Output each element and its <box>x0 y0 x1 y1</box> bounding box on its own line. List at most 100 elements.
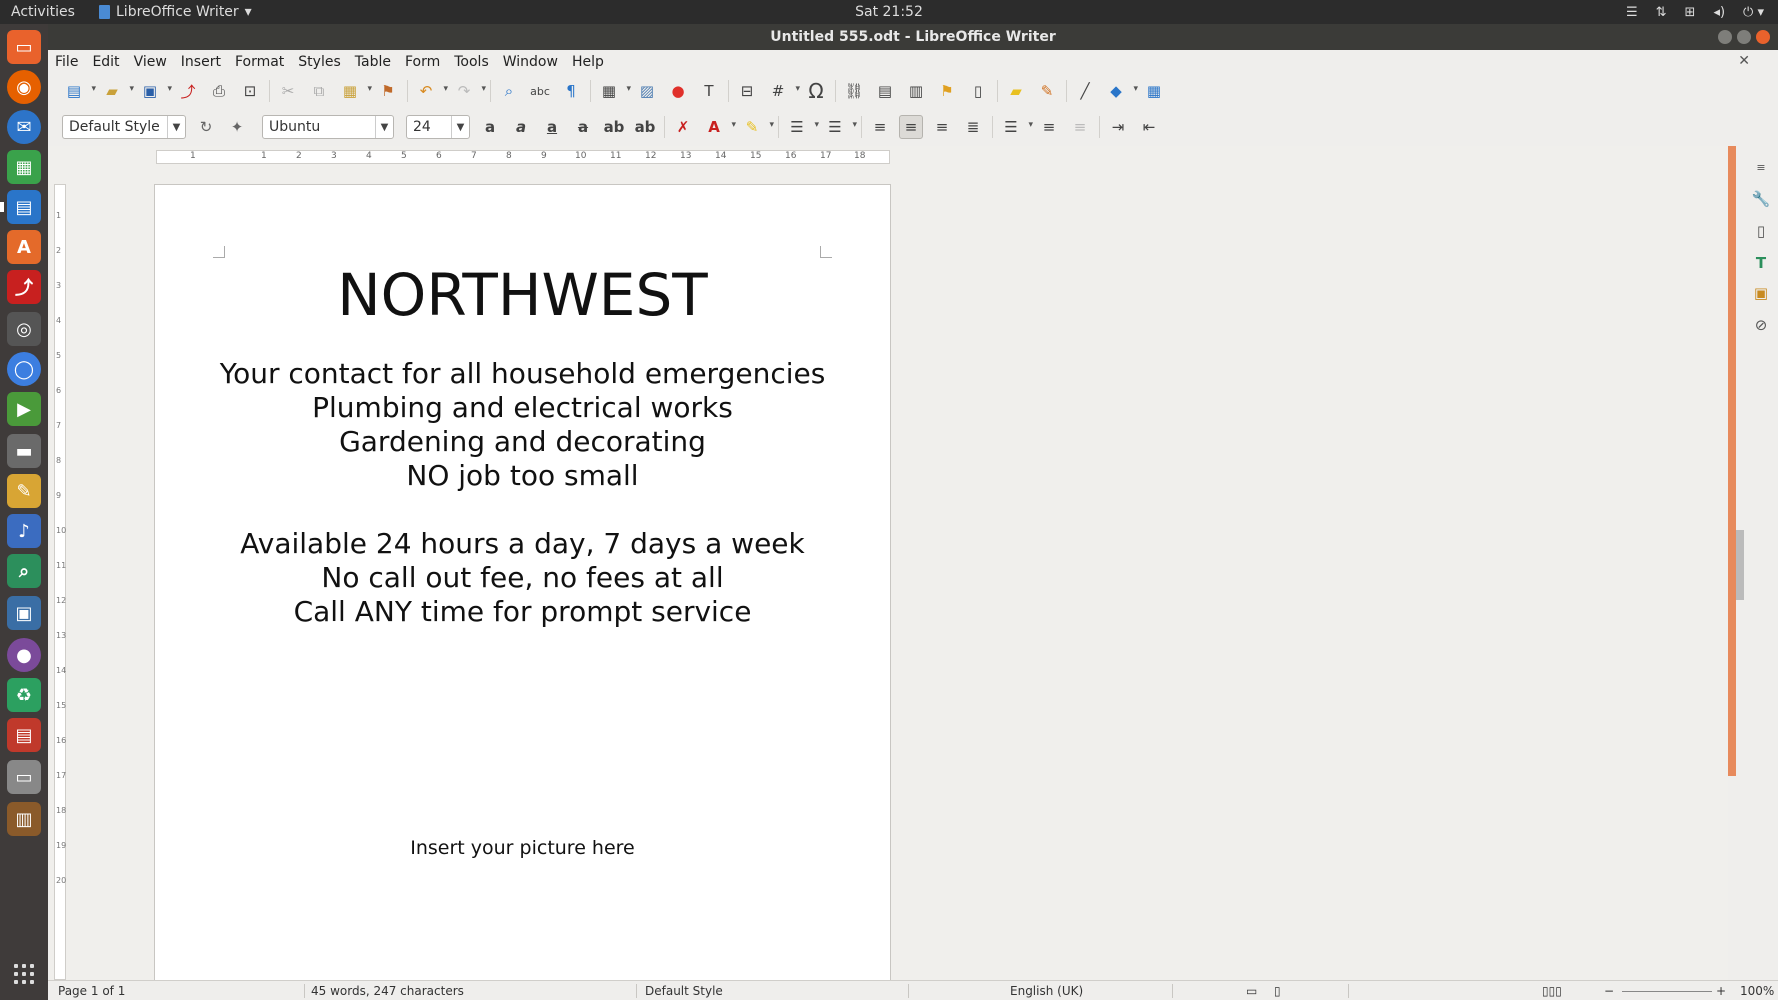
underline-icon[interactable]: a <box>540 115 564 139</box>
calc-icon[interactable]: ▦ <box>7 150 41 184</box>
find-replace-icon[interactable]: ⌕ <box>497 79 521 103</box>
menu-edit[interactable]: Edit <box>92 54 119 70</box>
document-line[interactable]: No call out fee, no fees at all <box>155 561 890 595</box>
undo-icon[interactable]: ↶ <box>414 79 448 103</box>
scanner-icon[interactable]: ▬ <box>7 434 41 468</box>
zoom-level[interactable]: 100% <box>1740 984 1774 998</box>
bullet-list-icon[interactable]: ☰ <box>785 115 819 139</box>
recycle-icon[interactable]: ♻ <box>7 678 41 712</box>
terminal-icon[interactable]: ▶ <box>7 392 41 426</box>
document-line[interactable]: Gardening and decorating <box>155 425 890 459</box>
music-icon[interactable]: ♪ <box>7 514 41 548</box>
save-icon[interactable]: ▣ <box>138 79 172 103</box>
comment-icon[interactable]: ▰ <box>1004 79 1028 103</box>
increase-indent-icon[interactable]: ⇥ <box>1106 115 1130 139</box>
selection-mode-icon[interactable]: ▭ <box>1246 984 1257 998</box>
clear-formatting-icon[interactable]: ✗ <box>671 115 695 139</box>
input-menu-icon[interactable]: ☰ <box>1626 5 1638 20</box>
page-count[interactable]: Page 1 of 1 <box>58 984 125 998</box>
tor-browser-icon[interactable]: ● <box>7 638 41 672</box>
firefox-icon[interactable]: ◉ <box>7 70 41 104</box>
decrease-indent-icon[interactable]: ⇤ <box>1137 115 1161 139</box>
chromium-icon[interactable]: ◯ <box>7 352 41 386</box>
power-icon[interactable]: ⏻ ▾ <box>1743 5 1764 20</box>
sidebar-collapse-handle[interactable] <box>1736 530 1744 600</box>
pdf-reader-icon[interactable]: ⤴ <box>7 270 41 304</box>
document-line[interactable]: NO job too small <box>155 459 890 493</box>
document-area[interactable]: NORTHWEST Your contact for all household… <box>66 164 1728 980</box>
insert-image-icon[interactable]: ▨ <box>635 79 659 103</box>
spelling-icon[interactable]: abc <box>528 79 552 103</box>
align-left-icon[interactable]: ≡ <box>868 115 892 139</box>
chevron-down-icon[interactable]: ▼ <box>375 116 393 138</box>
zoom-slider[interactable] <box>1622 991 1712 992</box>
zoom-out-icon[interactable]: − <box>1604 984 1614 998</box>
menu-table[interactable]: Table <box>355 54 391 70</box>
webcam-icon[interactable]: ◎ <box>7 312 41 346</box>
chevron-down-icon[interactable]: ▼ <box>167 116 185 138</box>
menu-help[interactable]: Help <box>572 54 604 70</box>
menu-file[interactable]: File <box>55 54 78 70</box>
menu-tools[interactable]: Tools <box>454 54 489 70</box>
system-tray[interactable]: ☰ ⇅ ⊞ ◂) ⏻ ▾ <box>1626 0 1764 24</box>
document-heading[interactable]: NORTHWEST <box>155 261 890 329</box>
print-icon[interactable]: ⎙ <box>207 79 231 103</box>
menu-format[interactable]: Format <box>235 54 284 70</box>
document-line[interactable]: Available 24 hours a day, 7 days a week <box>155 527 890 561</box>
insert-table-icon[interactable]: ▦ <box>597 79 631 103</box>
library-icon[interactable]: ▥ <box>7 802 41 836</box>
document-line[interactable]: Your contact for all household emergenci… <box>155 357 890 391</box>
copy-icon[interactable]: ⧉ <box>307 79 331 103</box>
menu-form[interactable]: Form <box>405 54 440 70</box>
menu-window[interactable]: Window <box>503 54 558 70</box>
scrollbar-accent[interactable] <box>1728 146 1736 776</box>
insert-line-icon[interactable]: ╱ <box>1073 79 1097 103</box>
maximize-button[interactable] <box>1737 30 1751 44</box>
decrease-paragraph-spacing-icon[interactable]: ≡ <box>1068 115 1092 139</box>
italic-icon[interactable]: a <box>509 115 533 139</box>
impress-icon[interactable]: ▣ <box>7 596 41 630</box>
print-preview-icon[interactable]: ⊡ <box>238 79 262 103</box>
footnote-icon[interactable]: ▤ <box>873 79 897 103</box>
bold-icon[interactable]: a <box>478 115 502 139</box>
menu-view[interactable]: View <box>134 54 167 70</box>
hyperlink-icon[interactable]: ⛓ <box>842 79 866 103</box>
transfer-icon[interactable]: ⇅ <box>1656 5 1667 20</box>
acrobat-icon[interactable]: ▤ <box>7 718 41 752</box>
paragraph-style-box[interactable]: Default Style ▼ <box>62 115 186 139</box>
show-apps-icon[interactable] <box>14 964 34 984</box>
superscript-icon[interactable]: ab <box>602 115 626 139</box>
sidebar-menu-icon[interactable]: ≡ <box>1750 156 1772 178</box>
basic-shapes-icon[interactable]: ◆ <box>1104 79 1138 103</box>
subscript-icon[interactable]: ab <box>633 115 657 139</box>
track-changes-icon[interactable]: ✎ <box>1035 79 1059 103</box>
thunderbird-icon[interactable]: ✉ <box>7 110 41 144</box>
insert-page-break-icon[interactable]: ⊟ <box>735 79 759 103</box>
writer-icon[interactable]: ▤ <box>0 190 41 224</box>
language[interactable]: English (UK) <box>1010 984 1083 998</box>
special-character-icon[interactable]: Ω <box>804 79 828 103</box>
align-right-icon[interactable]: ≡ <box>930 115 954 139</box>
clone-formatting-icon[interactable]: ⚑ <box>376 79 400 103</box>
endnote-icon[interactable]: ▥ <box>904 79 928 103</box>
picture-placeholder-text[interactable]: Insert your picture here <box>155 837 890 859</box>
insert-field-icon[interactable]: # <box>766 79 800 103</box>
new-document-icon[interactable]: ▤ <box>62 79 96 103</box>
clock[interactable]: Sat 21:52 <box>0 4 1778 20</box>
menu-insert[interactable]: Insert <box>181 54 221 70</box>
files-icon[interactable]: ▭ <box>7 30 41 64</box>
image-viewer-icon[interactable]: ⌕ <box>7 554 41 588</box>
line-spacing-icon[interactable]: ☰ <box>999 115 1033 139</box>
highlight-icon[interactable]: ✎ <box>740 115 774 139</box>
draw-functions-icon[interactable]: ▦ <box>1142 79 1166 103</box>
document-line[interactable]: Call ANY time for prompt service <box>155 595 890 629</box>
open-icon[interactable]: ▰ <box>100 79 134 103</box>
navigator-icon[interactable]: ⊘ <box>1750 314 1772 336</box>
font-color-icon[interactable]: A <box>702 115 736 139</box>
minimize-button[interactable] <box>1718 30 1732 44</box>
page-style[interactable]: Default Style <box>645 984 723 998</box>
word-count[interactable]: 45 words, 247 characters <box>311 984 464 998</box>
volume-icon[interactable]: ◂) <box>1713 5 1725 20</box>
numbered-list-icon[interactable]: ☰ <box>823 115 857 139</box>
vertical-ruler[interactable]: 1 2 3 4 5 6 7 8 9 10 11 12 13 14 15 16 1… <box>54 184 66 980</box>
